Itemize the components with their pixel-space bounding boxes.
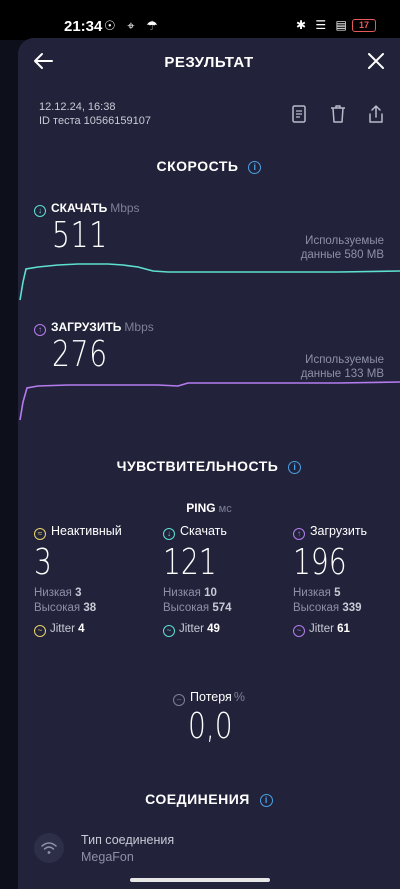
upload-icon: ↑ — [34, 324, 46, 336]
connection-type-value: MegaFon — [81, 850, 134, 864]
ping-upload-value: 196 — [293, 542, 347, 583]
ping-idle-high: Высокая 38 — [34, 602, 97, 614]
share-icon[interactable] — [367, 104, 385, 124]
download-icon: ↓ — [163, 528, 175, 540]
download-speed-value: 511 — [52, 215, 108, 256]
ping-download-value: 121 — [163, 542, 217, 583]
ping-idle-value: 3 — [34, 542, 52, 583]
upload-speed-chart — [19, 381, 400, 421]
ping-download-column: ↓ Скачать 121 Низкая 10 Высокая 574 ~ Jitt… — [163, 524, 283, 637]
loss-icon: – — [173, 694, 186, 706]
jitter-icon: ~ — [34, 625, 46, 637]
upload-speed-value: 276 — [52, 334, 108, 375]
trash-icon[interactable] — [329, 104, 347, 124]
document-icon[interactable] — [290, 104, 308, 124]
idle-icon: ≈ — [34, 528, 46, 540]
ping-idle-jitter: ~ Jitter 4 — [34, 623, 154, 637]
connection-type-label: Тип соединения — [81, 833, 175, 847]
wifi-icon — [34, 833, 64, 863]
upload-used-data: Используемые данные 133 MB — [300, 354, 384, 380]
info-icon[interactable]: i — [248, 161, 262, 174]
ping-upload-high: Высокая 339 — [293, 602, 362, 614]
download-used-data: Используемые данные 580 MB — [300, 235, 384, 261]
info-icon[interactable]: i — [288, 461, 302, 474]
test-id: ID теста 10566159107 — [39, 115, 151, 127]
close-icon[interactable] — [367, 52, 385, 70]
page-title: РЕЗУЛЬТАТ — [164, 54, 254, 71]
ping-header: PING мс — [186, 501, 232, 515]
connections-section-title: СОЕДИНЕНИЯ i — [18, 791, 400, 807]
battery-icon: 17 — [352, 19, 376, 32]
jitter-icon: ~ — [293, 625, 305, 637]
packet-loss-label: – Потеря% — [18, 690, 400, 706]
ping-idle-low: Низкая 3 — [34, 587, 82, 599]
packet-loss-value: 0,0 — [188, 706, 233, 747]
status-notification-icons: ☉ ⌖ ☂ — [104, 18, 162, 33]
ping-upload-low: Низкая 5 — [293, 587, 341, 599]
info-icon[interactable]: i — [259, 794, 273, 807]
ping-download-jitter: ~ Jitter 49 — [163, 623, 283, 637]
ping-download-low: Низкая 10 — [163, 587, 217, 599]
ping-upload-jitter: ~ Jitter 61 — [293, 623, 400, 637]
sensitivity-section-title: ЧУВСТВИТЕЛЬНОСТЬ i — [18, 458, 400, 474]
ping-download-high: Высокая 574 — [163, 602, 232, 614]
home-indicator[interactable] — [130, 878, 270, 882]
status-time: 21:34 — [64, 18, 103, 35]
ping-upload-column: ↑ Загрузить 196 Низкая 5 Высокая 339 ~ Jit… — [293, 524, 400, 637]
status-bar: 21:34 ☉ ⌖ ☂ ✱ ☰ ▤ 17 — [0, 0, 400, 40]
result-sheet: РЕЗУЛЬТАТ 12.12.24, 16:38 ID теста 10566… — [18, 38, 400, 889]
speed-section-title: СКОРОСТЬ i — [18, 158, 400, 174]
ping-idle-column: ≈ Неактивный 3 Низкая 3 Высокая 38 ~ Jitte… — [34, 524, 154, 637]
download-speed-chart — [19, 263, 400, 301]
download-icon: ↓ — [34, 205, 46, 217]
jitter-icon: ~ — [163, 625, 175, 637]
status-system-icons: ✱ ☰ ▤ — [296, 18, 350, 32]
upload-icon: ↑ — [293, 528, 305, 540]
test-date: 12.12.24, 16:38 — [39, 101, 116, 113]
